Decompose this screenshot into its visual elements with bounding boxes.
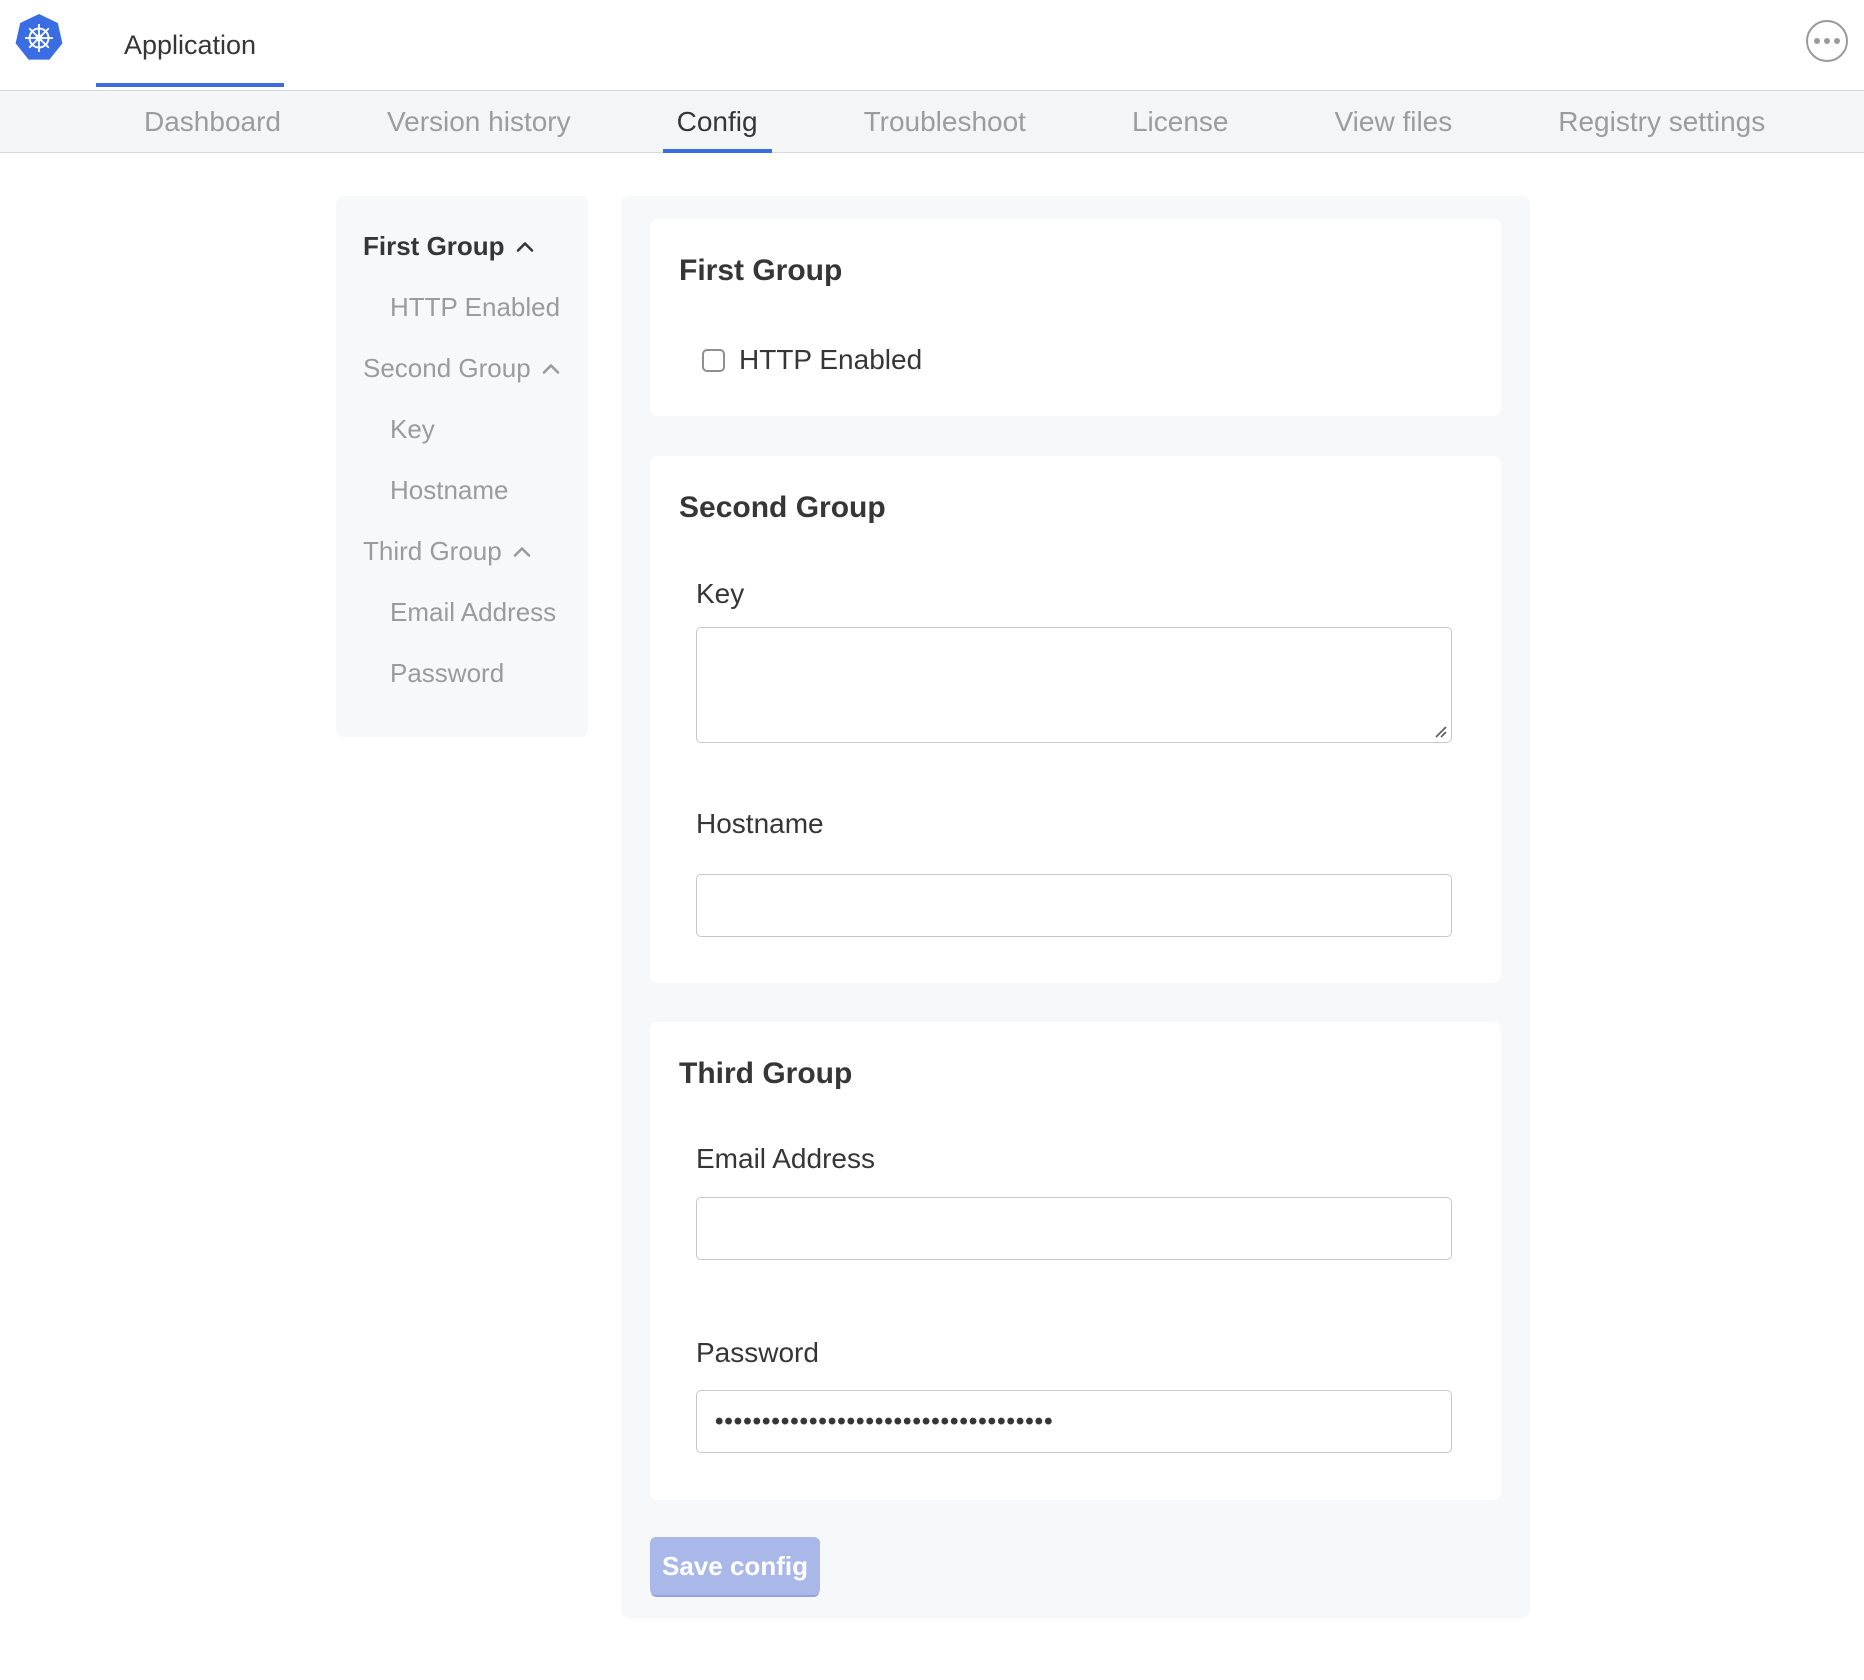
sidebar-item-key[interactable]: Key xyxy=(336,399,588,460)
sidebar-item-password[interactable]: Password xyxy=(336,643,588,704)
config-groups-sidebar: First Group HTTP Enabled Second Group Ke… xyxy=(336,196,588,737)
tab-registry-settings[interactable]: Registry settings xyxy=(1544,91,1779,152)
password-input[interactable] xyxy=(696,1390,1452,1453)
chevron-up-icon xyxy=(515,240,535,254)
chevron-up-icon xyxy=(512,545,532,559)
config-card-second-group: Second Group Key Hostname xyxy=(650,456,1501,983)
app-header: Application xyxy=(0,0,1864,90)
tab-troubleshoot[interactable]: Troubleshoot xyxy=(850,91,1040,152)
password-label: Password xyxy=(696,1337,819,1369)
kubernetes-logo-icon xyxy=(14,13,64,63)
config-card-first-group: First Group HTTP Enabled xyxy=(650,219,1501,416)
group-title: Third Group xyxy=(679,1057,852,1091)
tab-dashboard[interactable]: Dashboard xyxy=(130,91,295,152)
sidebar-item-http-enabled[interactable]: HTTP Enabled xyxy=(336,277,588,338)
email-address-input[interactable] xyxy=(696,1197,1452,1260)
overflow-menu-button[interactable] xyxy=(1806,20,1848,62)
hostname-input[interactable] xyxy=(696,874,1452,937)
sidebar-item-third-group[interactable]: Third Group xyxy=(336,521,588,582)
config-card-third-group: Third Group Email Address Password xyxy=(650,1022,1501,1500)
tab-config[interactable]: Config xyxy=(663,91,772,152)
app-nav-tabs: Dashboard Version history Config Trouble… xyxy=(0,90,1864,153)
sidebar-item-email-address[interactable]: Email Address xyxy=(336,582,588,643)
http-enabled-label: HTTP Enabled xyxy=(739,344,922,376)
hostname-label: Hostname xyxy=(696,808,824,840)
sidebar-item-first-group[interactable]: First Group xyxy=(336,216,588,277)
save-config-button[interactable]: Save config xyxy=(650,1537,820,1595)
group-title: Second Group xyxy=(679,491,886,525)
sidebar-item-second-group[interactable]: Second Group xyxy=(336,338,588,399)
sidebar-item-hostname[interactable]: Hostname xyxy=(336,460,588,521)
chevron-up-icon xyxy=(541,362,561,376)
application-tab-label: Application xyxy=(124,30,256,61)
config-page: Application Dashboard Version history Co… xyxy=(0,0,1864,1680)
key-textarea[interactable] xyxy=(696,627,1452,743)
http-enabled-checkbox[interactable] xyxy=(702,349,725,372)
http-enabled-field: HTTP Enabled xyxy=(702,344,922,376)
key-label: Key xyxy=(696,578,744,610)
ellipsis-icon xyxy=(1814,38,1820,44)
config-form-panel: First Group HTTP Enabled Second Group Ke… xyxy=(621,196,1530,1618)
active-tab-underline xyxy=(96,83,284,87)
application-tab[interactable]: Application xyxy=(96,0,284,90)
group-title: First Group xyxy=(679,254,842,288)
tab-version-history[interactable]: Version history xyxy=(373,91,585,152)
tab-view-files[interactable]: View files xyxy=(1320,91,1466,152)
key-field-wrap xyxy=(696,627,1452,743)
tab-license[interactable]: License xyxy=(1118,91,1243,152)
email-address-label: Email Address xyxy=(696,1143,875,1175)
